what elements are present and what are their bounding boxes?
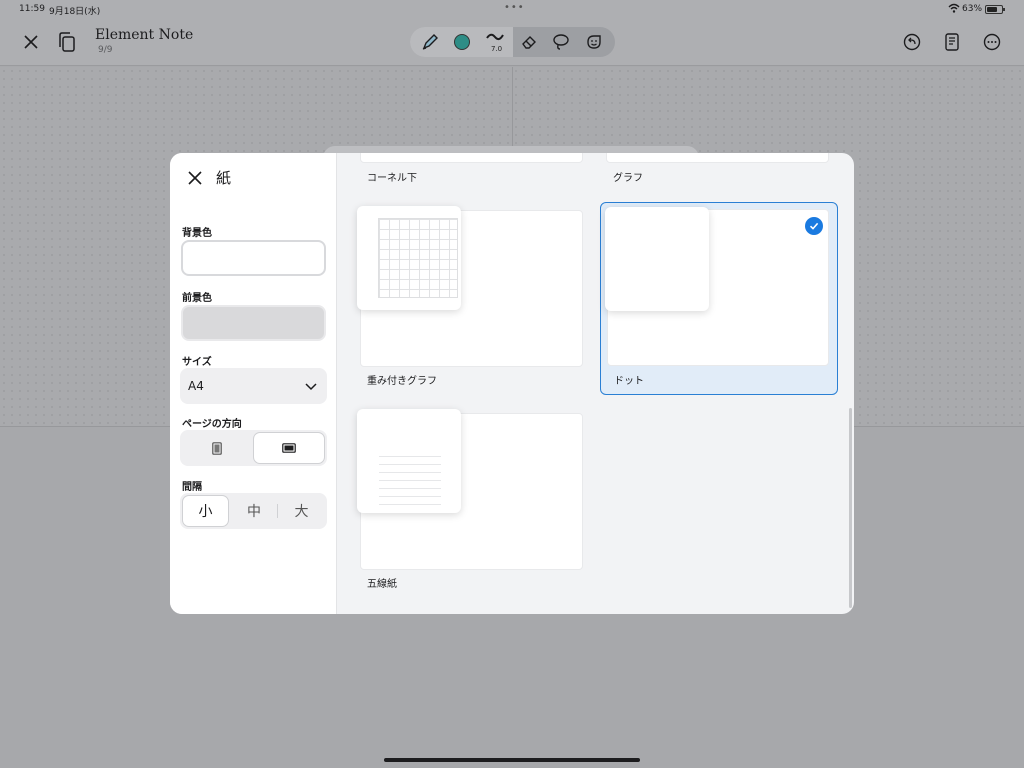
paper-settings-sheet: 紙 背景色 前景色 サイズ A4 ページの方向 間隔 小 中 大 コーネル下 グ… xyxy=(170,153,854,614)
size-value: A4 xyxy=(188,379,204,393)
status-bar: 11:59 9月18日(水) ••• 63% xyxy=(0,0,1024,18)
orientation-control xyxy=(180,430,327,466)
paper-label: 重み付きグラフ xyxy=(367,376,437,387)
spacing-small-option[interactable]: 小 xyxy=(182,495,229,527)
stroke-wave-icon xyxy=(486,33,504,41)
paper-label: グラフ xyxy=(613,173,643,184)
stroke-width-button[interactable]: 7.0 xyxy=(484,31,506,53)
scrollbar[interactable] xyxy=(849,408,852,608)
spacing-medium-option[interactable]: 中 xyxy=(231,495,277,527)
page-settings-button[interactable] xyxy=(938,28,966,56)
close-sheet-icon[interactable] xyxy=(186,169,204,187)
document-icon xyxy=(945,33,959,51)
paper-option-weighted-graph[interactable]: 重み付きグラフ xyxy=(357,206,584,389)
pen-icon xyxy=(422,34,438,50)
stroke-width-value: 7.0 xyxy=(491,45,503,53)
color-picker[interactable] xyxy=(451,31,473,53)
orientation-label: ページの方向 xyxy=(182,419,242,430)
chevron-down-icon xyxy=(305,383,317,391)
paper-options-panel: 紙 背景色 前景色 サイズ A4 ページの方向 間隔 小 中 大 xyxy=(170,153,337,614)
size-label: サイズ xyxy=(182,357,212,368)
foreground-color-label: 前景色 xyxy=(182,293,212,304)
wifi-icon xyxy=(948,3,960,13)
paper-thumbnail xyxy=(357,409,461,513)
landscape-option[interactable] xyxy=(253,432,325,464)
undo-icon xyxy=(903,33,921,51)
lasso-icon xyxy=(553,34,569,50)
more-button[interactable] xyxy=(978,28,1006,56)
paper-preview xyxy=(360,153,583,163)
staff-pattern xyxy=(379,449,441,505)
close-note-button[interactable] xyxy=(17,28,45,56)
paper-label: ドット xyxy=(614,376,644,387)
eraser-icon xyxy=(522,36,536,49)
document-title[interactable]: Element Note xyxy=(95,27,193,43)
paper-thumbnail xyxy=(357,206,461,310)
spacing-label: 間隔 xyxy=(182,482,202,493)
paper-option-dot[interactable]: ドット xyxy=(600,202,838,395)
size-select[interactable]: A4 xyxy=(180,368,327,404)
color-swatch-icon xyxy=(454,34,470,50)
sheet-title: 紙 xyxy=(216,169,232,187)
status-date: 9月18日(水) xyxy=(49,7,101,17)
portrait-option[interactable] xyxy=(182,432,252,464)
sticker-tool[interactable] xyxy=(583,31,605,53)
spacing-large-option[interactable]: 大 xyxy=(278,495,325,527)
paper-label: 五線紙 xyxy=(367,579,397,590)
paper-label: コーネル下 xyxy=(367,173,417,184)
drawing-tools: 7.0 xyxy=(410,27,615,57)
paper-preview xyxy=(606,153,829,163)
portrait-icon xyxy=(212,441,222,455)
pages-button[interactable] xyxy=(53,28,81,56)
selected-check-icon xyxy=(805,217,823,235)
paper-thumbnail xyxy=(605,207,709,311)
more-icon xyxy=(983,33,1001,51)
battery-percent: 63% xyxy=(962,4,983,14)
multitasking-dots-icon[interactable]: ••• xyxy=(504,2,525,13)
eraser-tool[interactable] xyxy=(518,31,540,53)
paper-option-staff[interactable]: 五線紙 xyxy=(357,409,584,592)
pen-tool[interactable] xyxy=(419,31,441,53)
sticker-icon xyxy=(587,35,601,49)
paper-option-graph[interactable]: グラフ xyxy=(605,153,830,185)
lasso-tool[interactable] xyxy=(550,31,572,53)
paper-option-cornell-bottom[interactable]: コーネル下 xyxy=(359,153,584,185)
grid-pattern xyxy=(378,218,458,298)
home-indicator[interactable] xyxy=(384,758,640,762)
landscape-icon xyxy=(282,443,296,453)
app-toolbar: Element Note 9/9 7.0 xyxy=(0,18,1024,66)
battery-icon xyxy=(985,5,1005,14)
foreground-color-swatch[interactable] xyxy=(181,305,326,341)
undo-button[interactable] xyxy=(898,28,926,56)
background-color-swatch[interactable] xyxy=(181,240,326,276)
paper-template-grid: コーネル下 グラフ 重み付きグラフ ドット 五線紙 xyxy=(337,153,854,614)
page-counter: 9/9 xyxy=(98,45,113,55)
copy-pages-icon xyxy=(59,32,75,52)
status-time: 11:59 xyxy=(19,4,45,14)
spacing-control: 小 中 大 xyxy=(180,493,327,529)
background-color-label: 背景色 xyxy=(182,228,212,239)
close-icon xyxy=(24,35,38,49)
